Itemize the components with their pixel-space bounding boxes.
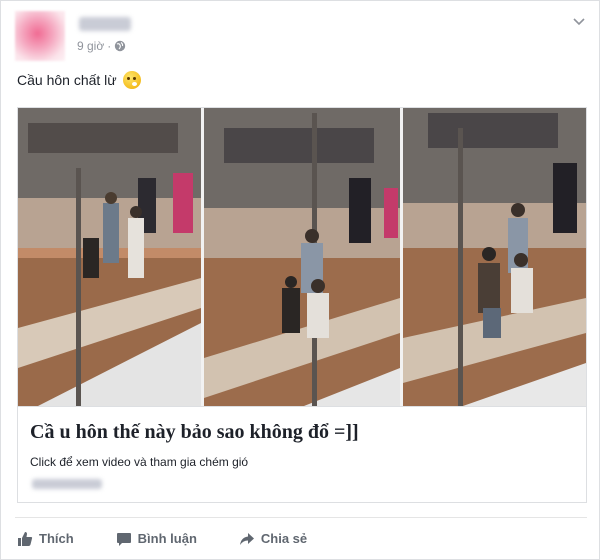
card-info[interactable]: Cầ u hôn thế này bảo sao không đổ =]] Cl… bbox=[18, 406, 586, 502]
author-avatar[interactable] bbox=[15, 11, 65, 61]
share-arrow-icon bbox=[239, 532, 254, 545]
thumbnail-frame-1 bbox=[18, 108, 201, 406]
thumbnail-frame-2 bbox=[204, 108, 400, 406]
globe-icon[interactable] bbox=[114, 40, 126, 52]
post-timestamp[interactable]: 9 giờ bbox=[77, 39, 104, 53]
comment-icon bbox=[116, 532, 131, 546]
share-button[interactable]: Chia sẻ bbox=[239, 531, 307, 547]
post-actions: Thích Bình luận Chia sẻ bbox=[15, 517, 587, 559]
like-button[interactable]: Thích bbox=[17, 531, 74, 547]
facebook-post: 9 giờ · Cầu hôn chất lừ Cầ u hôn thế này… bbox=[0, 0, 600, 560]
thumbnail-frame-3 bbox=[403, 108, 586, 406]
link-preview-card[interactable]: Cầ u hôn thế này bảo sao không đổ =]] Cl… bbox=[17, 107, 587, 503]
card-title[interactable]: Cầ u hôn thế này bảo sao không đổ =]] bbox=[30, 421, 359, 444]
comment-button[interactable]: Bình luận bbox=[116, 531, 197, 547]
post-meta: 9 giờ · bbox=[77, 39, 126, 53]
author-name-blurred[interactable] bbox=[79, 17, 131, 31]
thumbs-up-icon bbox=[18, 531, 33, 546]
caption-text: Cầu hôn chất lừ bbox=[17, 72, 117, 88]
post-header: 9 giờ · bbox=[15, 11, 587, 61]
chevron-down-icon[interactable] bbox=[571, 13, 587, 29]
card-domain-blurred bbox=[32, 479, 102, 489]
meta-separator: · bbox=[107, 39, 112, 53]
like-label: Thích bbox=[39, 531, 74, 546]
grinning-face-icon bbox=[122, 71, 141, 89]
card-description[interactable]: Click để xem video và tham gia chém gió bbox=[30, 455, 248, 469]
share-label: Chia sẻ bbox=[260, 531, 308, 546]
post-caption: Cầu hôn chất lừ bbox=[17, 71, 141, 89]
comment-label: Bình luận bbox=[137, 531, 197, 546]
video-thumbnail[interactable] bbox=[18, 108, 586, 406]
